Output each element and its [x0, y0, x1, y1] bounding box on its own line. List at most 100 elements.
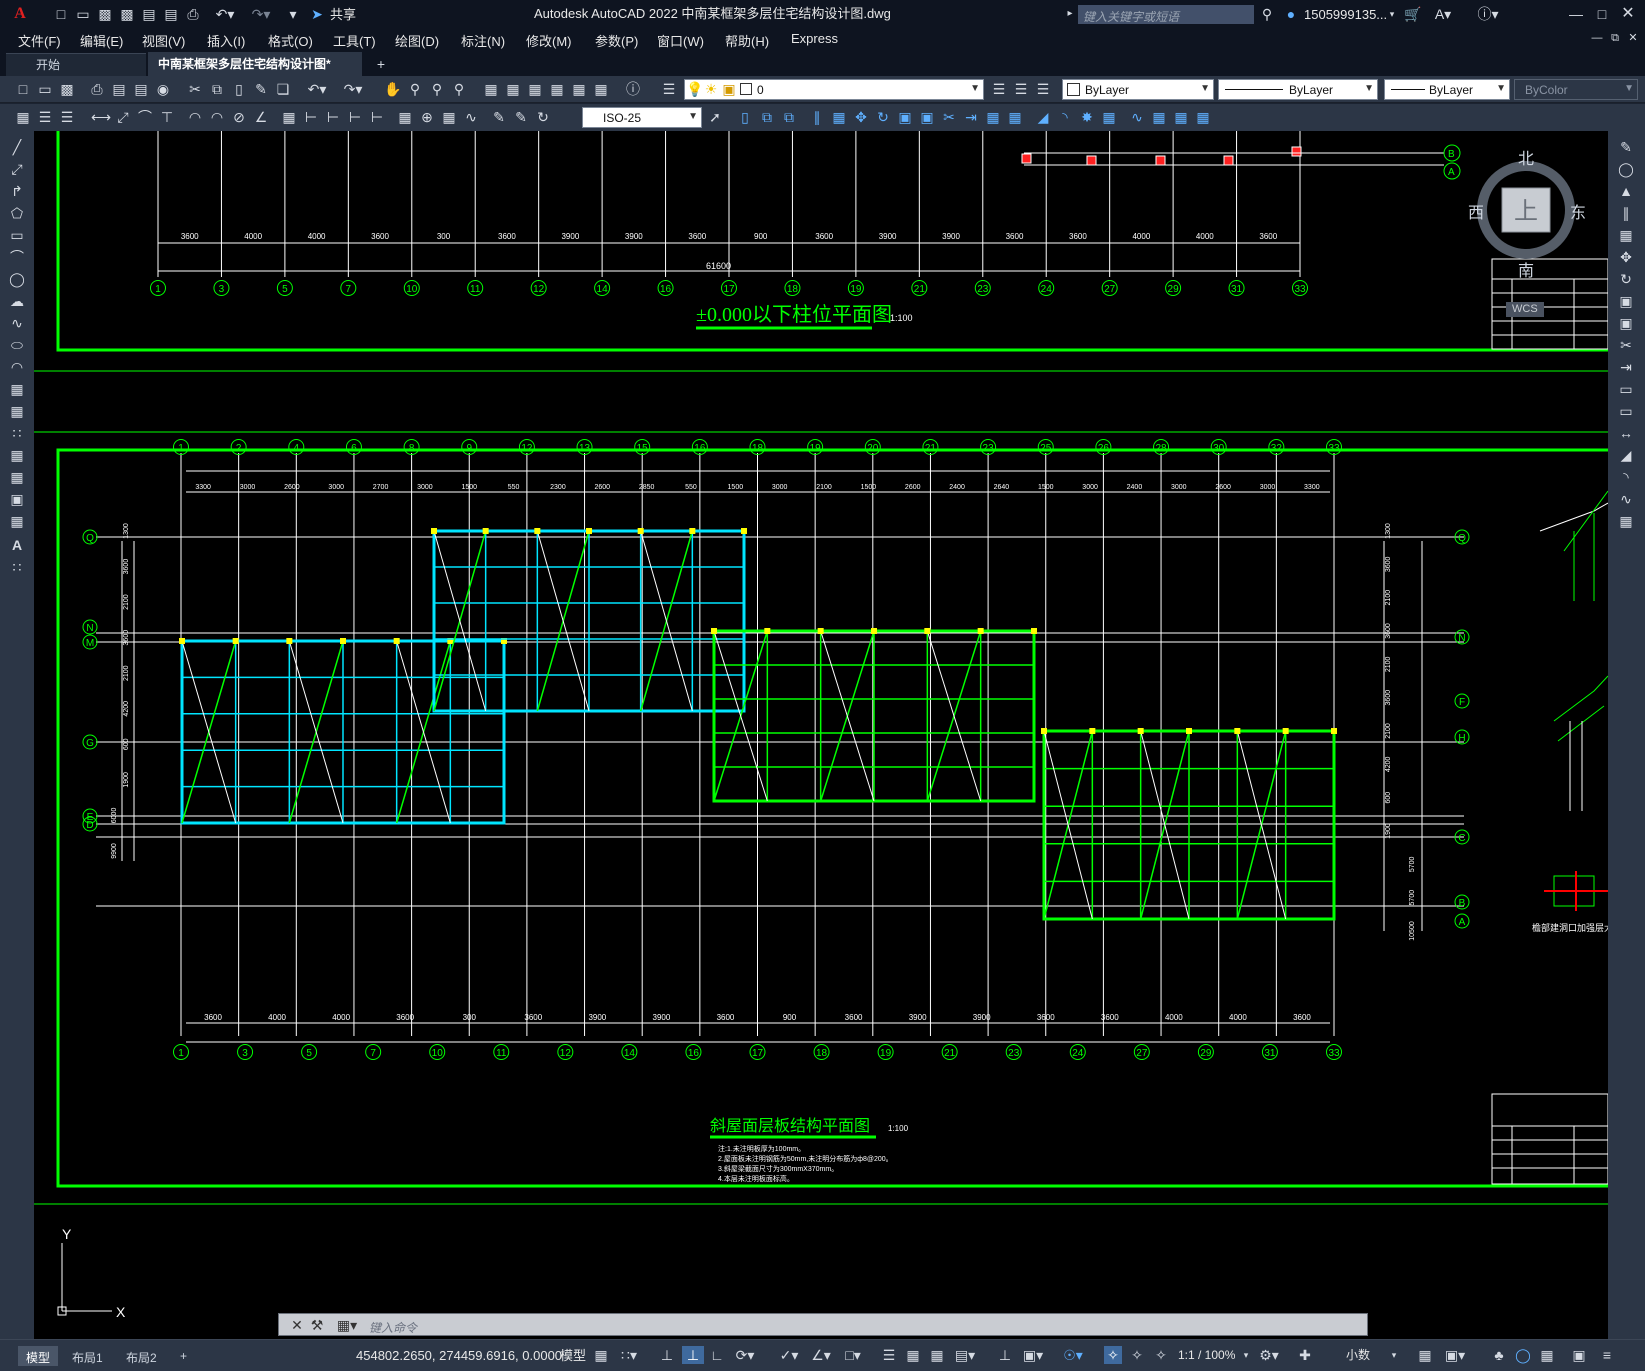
copy-icon[interactable]: ⧉	[208, 80, 226, 98]
tab-start[interactable]: 开始	[6, 53, 146, 76]
draw-polygon-icon[interactable]: ⬠	[7, 203, 27, 223]
block-editor-icon[interactable]: ❏	[274, 80, 292, 98]
undo-tb-icon[interactable]: ↶▾	[304, 80, 330, 98]
modify-fillet-icon[interactable]: ◝	[1056, 108, 1074, 126]
quick-properties-icon[interactable]: ▦	[1416, 1346, 1434, 1364]
doc-restore-icon[interactable]: ⧉	[1608, 30, 1622, 46]
layer-freeze-icon[interactable]: ☀	[704, 82, 718, 96]
break-icon[interactable]: ▭	[1616, 401, 1636, 421]
fullscreen-icon[interactable]: ▣	[1570, 1346, 1588, 1364]
snap-icon[interactable]: ∷▾	[616, 1346, 642, 1364]
command-input[interactable]: 键入命令	[369, 1319, 417, 1336]
model-space-toggle[interactable]: 模型	[560, 1349, 586, 1362]
layer-properties-icon[interactable]: ☰	[660, 80, 678, 98]
customization-icon[interactable]: ≡	[1598, 1346, 1616, 1364]
menu-dimension[interactable]: 标注(N)	[461, 31, 505, 50]
make-block-icon[interactable]: ▦	[7, 401, 27, 421]
mtext-icon[interactable]: A	[7, 535, 27, 555]
annotation-monitor-icon[interactable]: ▣▾	[1020, 1346, 1046, 1364]
gradient-icon[interactable]: ▦	[7, 467, 27, 487]
modify-attr-icon[interactable]: ▦	[1194, 108, 1212, 126]
menu-parametric[interactable]: 参数(P)	[595, 31, 638, 50]
scale-dropdown-icon[interactable]: ▾	[1240, 1346, 1252, 1364]
move-icon[interactable]: ✥	[1616, 247, 1636, 267]
menu-edit[interactable]: 编辑(E)	[80, 31, 123, 50]
viewcube-west[interactable]: 西	[1468, 206, 1484, 222]
break-point-icon[interactable]: ▭	[1616, 379, 1636, 399]
draw-spline-icon[interactable]: ∿	[7, 313, 27, 333]
inspection-icon[interactable]: ▦	[440, 108, 458, 126]
menu-express[interactable]: Express	[791, 31, 838, 46]
blend-icon[interactable]: ∿	[1616, 489, 1636, 509]
cut-icon[interactable]: ✂	[186, 80, 204, 98]
linetype-dropdown[interactable]: ByLayer ▼	[1218, 79, 1378, 100]
selection-cycling-icon[interactable]: ▦	[928, 1346, 946, 1364]
command-line[interactable]: ✕ ⚒ ▦▾ 键入命令	[278, 1313, 1368, 1336]
modify-scale-icon[interactable]: ▣	[896, 108, 914, 126]
modify-join-icon[interactable]: ▦	[1006, 108, 1024, 126]
transparency-icon[interactable]: ▦	[904, 1346, 922, 1364]
rotate-icon[interactable]: ↻	[1616, 269, 1636, 289]
erase-icon[interactable]: ✎	[1616, 137, 1636, 157]
units-dropdown-icon[interactable]: ▾	[1388, 1346, 1400, 1364]
calculator-icon[interactable]: ▦	[592, 80, 610, 98]
draw-polyline-icon[interactable]: ↱	[7, 181, 27, 201]
modify-spline-icon[interactable]: ∿	[1128, 108, 1146, 126]
annotation-scale-icon[interactable]: ✧	[1152, 1346, 1170, 1364]
layer-tool2-icon[interactable]: ☰	[58, 108, 76, 126]
modify-offset-icon[interactable]: ∥	[808, 108, 826, 126]
join-icon[interactable]: ↔	[1616, 423, 1636, 443]
trim-icon[interactable]: ✂	[1616, 335, 1636, 355]
ortho-icon[interactable]: ∟	[708, 1346, 726, 1364]
pan-icon[interactable]: ✋	[384, 80, 402, 98]
auto-scale-icon[interactable]: ✧	[1128, 1346, 1146, 1364]
dim-text-edit-icon[interactable]: ✎	[512, 108, 530, 126]
save-icon[interactable]: ▩	[96, 5, 114, 23]
workspace-icon[interactable]: ▦	[14, 108, 32, 126]
menu-modify[interactable]: 修改(M)	[526, 31, 572, 50]
fillet-icon[interactable]: ◝	[1616, 467, 1636, 487]
infer-icon[interactable]: ⊥	[658, 1346, 676, 1364]
draw-arc-icon[interactable]: ⌒	[7, 247, 27, 267]
osnap-tracking-icon[interactable]: ∠▾	[808, 1346, 834, 1364]
menu-draw[interactable]: 绘图(D)	[395, 31, 439, 50]
explode-icon[interactable]: ▦	[1616, 511, 1636, 531]
menu-window[interactable]: 窗口(W)	[657, 31, 704, 50]
modify-stretch-icon[interactable]: ▣	[918, 108, 936, 126]
dynamic-input-icon[interactable]: ⊥	[682, 1346, 704, 1364]
insert-block-icon[interactable]: ▦	[7, 379, 27, 399]
dim-arc-icon[interactable]: ⌒	[136, 108, 154, 126]
copy-object-icon[interactable]: ◯	[1616, 159, 1636, 179]
grid-icon[interactable]: ▦	[592, 1346, 610, 1364]
modify-copy-icon[interactable]: ⧉	[758, 108, 776, 126]
qnew-icon[interactable]: □	[14, 80, 32, 98]
hatch-icon[interactable]: ▦	[7, 445, 27, 465]
stretch-icon[interactable]: ▣	[1616, 313, 1636, 333]
layer-tool-icon[interactable]: ☰	[36, 108, 54, 126]
command-close-icon[interactable]: ✕	[289, 1316, 305, 1334]
units-value[interactable]: 小数	[1346, 1349, 1370, 1361]
hardware-accel-icon[interactable]: ◯	[1514, 1346, 1532, 1364]
draw-construction-line-icon[interactable]: ⤢	[7, 159, 27, 179]
mirror-icon[interactable]: ▲	[1616, 181, 1636, 201]
restore-icon[interactable]: □	[1592, 4, 1612, 24]
properties-icon[interactable]: ▦	[482, 80, 500, 98]
modify-hatch-icon[interactable]: ▦	[1150, 108, 1168, 126]
draw-point-icon[interactable]: ∷	[7, 423, 27, 443]
annotation-visibility-icon[interactable]: ✧	[1104, 1346, 1122, 1364]
draw-circle-icon[interactable]: ◯	[7, 269, 27, 289]
make-current-layer-icon[interactable]: ☰	[990, 80, 1008, 98]
share-icon[interactable]: ➤	[308, 5, 326, 23]
plot-icon[interactable]: ⎙	[184, 5, 202, 23]
viewcube[interactable]: 北 西 东 南 上	[1468, 148, 1588, 280]
user-name[interactable]: 1505999135...	[1304, 8, 1387, 21]
design-center-icon[interactable]: ▦	[504, 80, 522, 98]
modify-chamfer-icon[interactable]: ◢	[1034, 108, 1052, 126]
dim-linear-icon[interactable]: ⟷	[91, 108, 111, 126]
dim-jogged-icon[interactable]: ◠	[208, 108, 226, 126]
quick-dim-icon[interactable]: ▦	[280, 108, 298, 126]
draw-line-icon[interactable]: ╱	[7, 137, 27, 157]
sheet-set-icon[interactable]: ▦	[548, 80, 566, 98]
open-icon[interactable]: ▭	[74, 5, 92, 23]
user-dropdown-icon[interactable]: ▾	[1386, 6, 1398, 22]
